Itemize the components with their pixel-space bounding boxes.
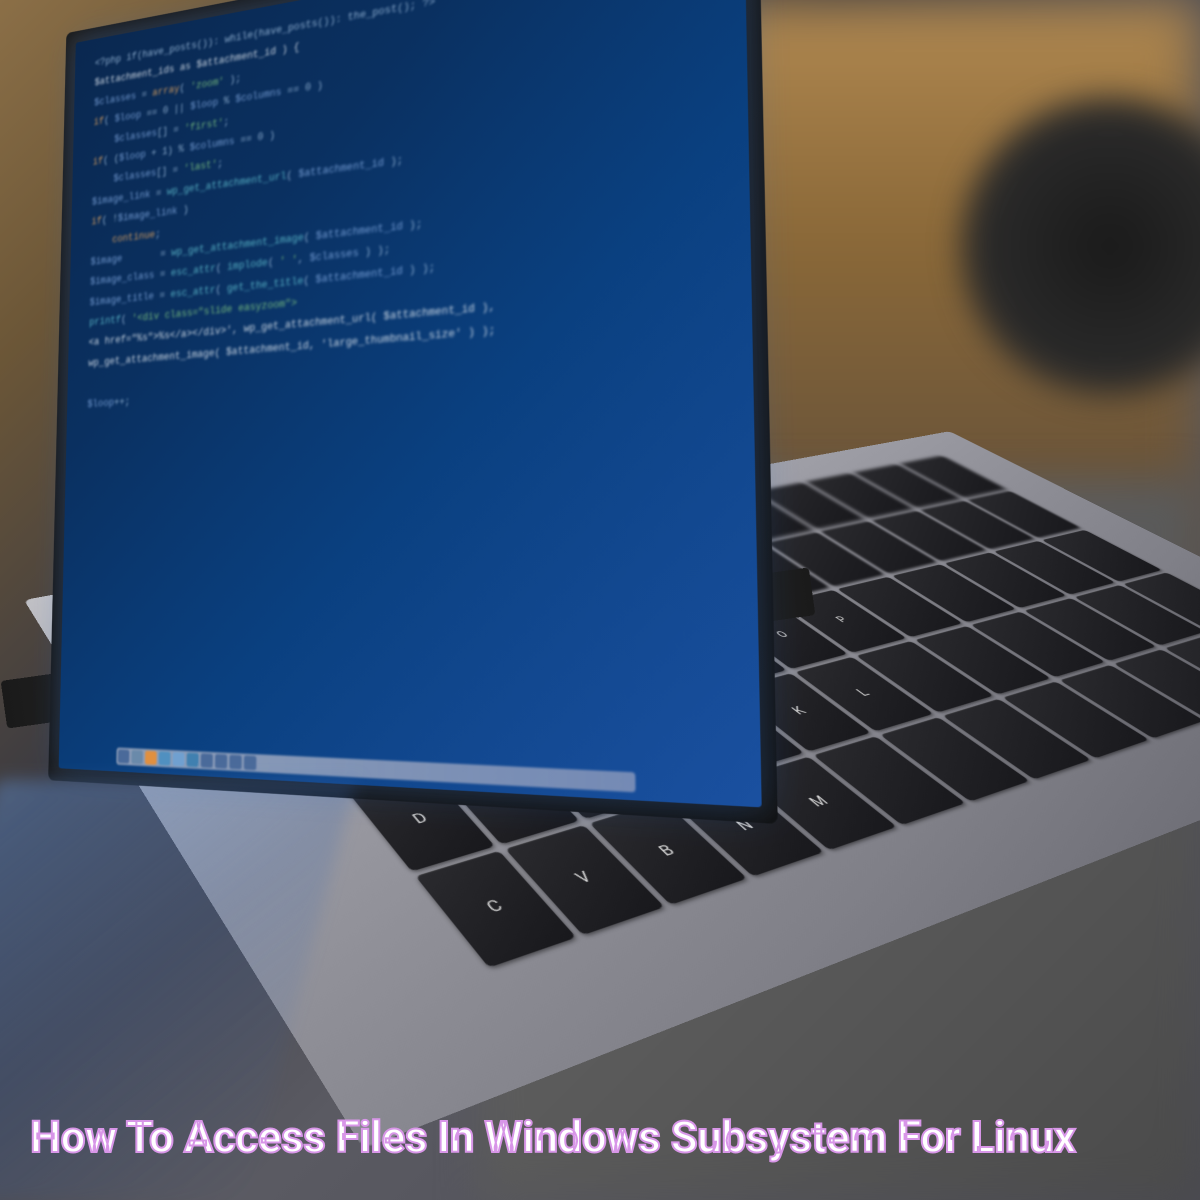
dock-icon	[118, 749, 130, 763]
dock-icon	[230, 755, 242, 770]
article-title: How To Access Files In Windows Subsystem…	[30, 1110, 1170, 1165]
code-editor: <?php if(have_posts()): while(have_posts…	[67, 0, 754, 433]
dock-icon	[215, 754, 227, 769]
dock-icon	[187, 753, 199, 768]
dock-icon	[244, 755, 257, 770]
dock-icon	[132, 750, 144, 764]
photo-scene: 4 5 6 7 8 9 0 E R T Y U I O	[0, 0, 1200, 1200]
dock-icon	[173, 752, 185, 767]
laptop-screen: <?php if(have_posts()): while(have_posts…	[59, 0, 762, 807]
dock-icon	[201, 753, 213, 768]
dock-icon	[159, 751, 171, 765]
dock-icon	[145, 751, 157, 765]
laptop-screen-panel: <?php if(have_posts()): while(have_posts…	[48, 0, 778, 824]
